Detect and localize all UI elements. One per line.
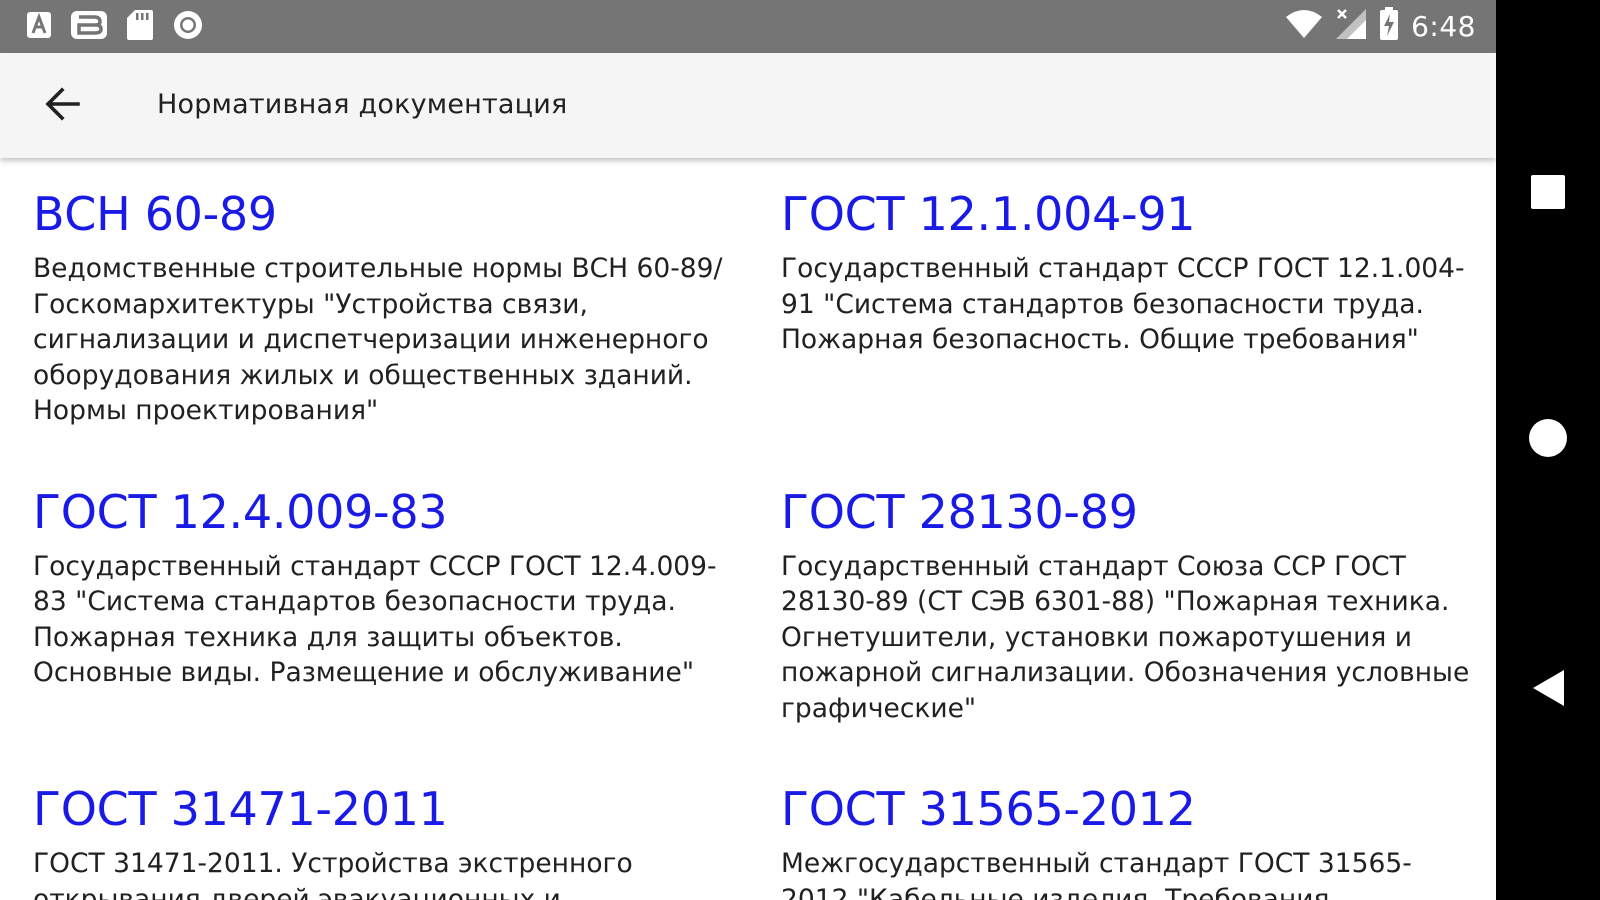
back-button[interactable] bbox=[36, 80, 88, 132]
document-description: ГОСТ 31471-2011. Устройства экстренного … bbox=[33, 848, 633, 900]
document-title-link[interactable]: ГОСТ 31471-2011 bbox=[33, 782, 781, 836]
document-description: Государственный стандарт Союза ССР ГОСТ … bbox=[781, 550, 1470, 724]
circle-notification-icon bbox=[172, 9, 204, 46]
app-screen: 6:48 Нормативная документация ВСН 60-89 … bbox=[0, 0, 1496, 900]
app-bar: Нормативная документация bbox=[0, 53, 1496, 158]
document-grid: ВСН 60-89 Ведомственные строительные нор… bbox=[33, 187, 1473, 900]
document-description: Государственный стандарт СССР ГОСТ 12.4.… bbox=[33, 550, 717, 689]
page-title: Нормативная документация bbox=[157, 89, 568, 120]
signal-off-icon bbox=[1335, 8, 1367, 45]
document-title-link[interactable]: ГОСТ 28130-89 bbox=[781, 485, 1473, 539]
navigation-bar bbox=[1496, 0, 1600, 900]
document-description: Государственный стандарт СССР ГОСТ 12.1.… bbox=[781, 253, 1465, 355]
document-title-link[interactable]: ГОСТ 12.1.004-91 bbox=[781, 187, 1473, 241]
home-circle-icon bbox=[1528, 418, 1568, 463]
document-item-vsn-60-89[interactable]: ВСН 60-89 Ведомственные строительные нор… bbox=[33, 187, 781, 429]
back-triangle-icon bbox=[1530, 668, 1566, 713]
recents-button[interactable] bbox=[1518, 164, 1578, 224]
document-item-gost-31565-2012[interactable]: ГОСТ 31565-2012 Межгосударственный станд… bbox=[781, 782, 1473, 900]
recents-square-icon bbox=[1530, 174, 1566, 215]
document-item-gost-12-4-009-83[interactable]: ГОСТ 12.4.009-83 Государственный стандар… bbox=[33, 485, 781, 727]
document-title-link[interactable]: ГОСТ 31565-2012 bbox=[781, 782, 1473, 836]
system-status: 6:48 bbox=[1285, 6, 1476, 46]
status-bar: 6:48 bbox=[0, 0, 1496, 53]
status-time: 6:48 bbox=[1411, 9, 1476, 43]
b-notification-icon bbox=[70, 10, 108, 45]
document-title-link[interactable]: ГОСТ 12.4.009-83 bbox=[33, 485, 781, 539]
document-item-gost-28130-89[interactable]: ГОСТ 28130-89 Государственный стандарт С… bbox=[781, 485, 1473, 727]
a-notification-icon bbox=[26, 11, 52, 44]
document-list[interactable]: ВСН 60-89 Ведомственные строительные нор… bbox=[0, 158, 1496, 900]
notification-icons bbox=[26, 9, 204, 45]
battery-charging-icon bbox=[1379, 6, 1399, 46]
document-title-link[interactable]: ВСН 60-89 bbox=[33, 187, 781, 241]
back-nav-button[interactable] bbox=[1518, 660, 1578, 720]
document-description: Межгосударственный стандарт ГОСТ 31565-2… bbox=[781, 848, 1412, 900]
sd-card-icon bbox=[126, 9, 154, 46]
wifi-icon bbox=[1285, 9, 1323, 44]
document-item-gost-31471-2011[interactable]: ГОСТ 31471-2011 ГОСТ 31471-2011. Устройс… bbox=[33, 782, 781, 900]
home-button[interactable] bbox=[1518, 410, 1578, 470]
document-item-gost-12-1-004-91[interactable]: ГОСТ 12.1.004-91 Государственный стандар… bbox=[781, 187, 1473, 429]
document-description: Ведомственные строительные нормы ВСН 60-… bbox=[33, 253, 723, 426]
arrow-back-icon bbox=[42, 84, 82, 129]
